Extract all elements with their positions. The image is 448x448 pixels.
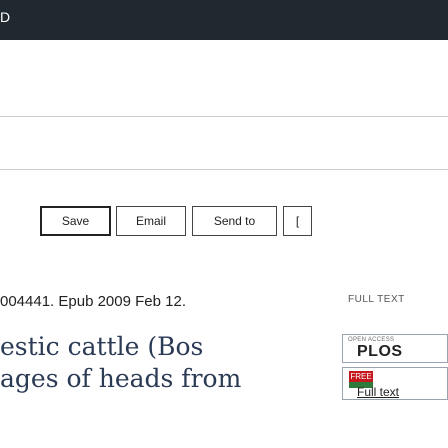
- save-button[interactable]: Save: [40, 206, 111, 236]
- header-cut-glyph: D: [0, 10, 10, 24]
- article-citation: 004441. Epub 2009 Feb 12.: [0, 293, 186, 310]
- article-title-line: estic cattle (Bos: [0, 332, 204, 361]
- more-actions-button[interactable]: [: [283, 206, 312, 236]
- plos-full-text-link[interactable]: OPEN ACCESS PLOS: [342, 334, 448, 363]
- divider: [0, 116, 448, 117]
- article-title-line: ages of heads from: [0, 364, 242, 393]
- plos-logo: PLOS: [357, 343, 403, 360]
- header-dark-panel: [355, 8, 448, 40]
- send-to-button[interactable]: Send to: [192, 206, 277, 236]
- full-text-link-label[interactable]: Full text: [357, 385, 399, 399]
- free-badge: FREE: [349, 371, 373, 382]
- divider: [0, 169, 448, 170]
- full-text-links-heading: FULL TEXT: [348, 294, 405, 305]
- pmc-full-text-link[interactable]: FREE Full text: [342, 367, 448, 400]
- email-button[interactable]: Email: [116, 206, 186, 236]
